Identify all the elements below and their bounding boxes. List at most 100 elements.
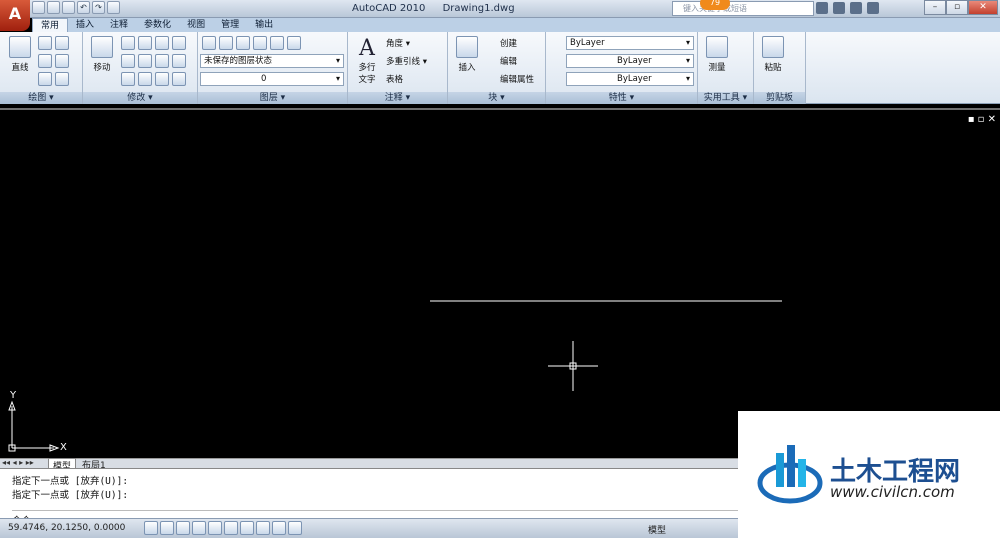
osnap-icon[interactable] bbox=[208, 521, 222, 535]
dyn-icon[interactable] bbox=[256, 521, 270, 535]
utilities-panel-title[interactable]: 实用工具 ▾ bbox=[698, 92, 753, 104]
redo-icon[interactable]: ↷ bbox=[92, 1, 105, 14]
tab-annotate[interactable]: 注释 bbox=[102, 18, 136, 32]
table-tool[interactable]: 表格 bbox=[386, 73, 403, 85]
annotation-panel: A 多行 文字 角度 ▾ 多重引线 ▾ 表格 注释 ▾ bbox=[348, 32, 448, 104]
lineweight-select[interactable]: ByLayer bbox=[566, 72, 694, 86]
explode-icon[interactable] bbox=[172, 54, 186, 68]
otrack-icon[interactable] bbox=[224, 521, 238, 535]
array-icon[interactable] bbox=[138, 72, 152, 86]
layers-panel-title[interactable]: 图层 ▾ bbox=[198, 92, 347, 104]
modify-tools-2 bbox=[121, 54, 186, 68]
utilities-panel: 测量 实用工具 ▾ bbox=[698, 32, 754, 104]
tab-view[interactable]: 视图 bbox=[179, 18, 213, 32]
layer-properties-icon[interactable] bbox=[202, 36, 216, 50]
layer-off-icon[interactable] bbox=[270, 36, 284, 50]
ducs-icon[interactable] bbox=[240, 521, 254, 535]
tab-manage[interactable]: 管理 bbox=[213, 18, 247, 32]
insert-tool[interactable]: 插入 bbox=[452, 36, 482, 73]
drawing-canvas[interactable]: ▪ ▫ ✕ Y X bbox=[0, 108, 1000, 458]
color-select[interactable]: ByLayer bbox=[566, 36, 694, 50]
line-tool[interactable]: 直线 bbox=[6, 36, 34, 73]
tab-insert[interactable]: 插入 bbox=[68, 18, 102, 32]
layer-lock-icon[interactable] bbox=[287, 36, 301, 50]
window-title: AutoCAD 2010 Drawing1.dwg bbox=[352, 3, 529, 14]
clipboard-panel-title[interactable]: 剪贴板 bbox=[754, 92, 805, 104]
layer-state-select[interactable]: 未保存的图层状态 bbox=[200, 54, 344, 68]
stretch-icon[interactable] bbox=[155, 54, 169, 68]
fillet-icon[interactable] bbox=[138, 54, 152, 68]
title-bar: A ↶ ↷ AutoCAD 2010 Drawing1.dwg 键入关键字或短语… bbox=[0, 0, 1000, 31]
properties-panel-title[interactable]: 特性 ▾ bbox=[546, 92, 697, 104]
new-icon[interactable] bbox=[32, 1, 45, 14]
arc-icon[interactable] bbox=[38, 54, 52, 68]
tab-parametric[interactable]: 参数化 bbox=[136, 18, 179, 32]
mtext-tool[interactable]: A 多行 文字 bbox=[352, 36, 382, 85]
minimize-button[interactable]: – bbox=[924, 0, 946, 15]
ellipse-icon[interactable] bbox=[38, 72, 52, 86]
layout-nav-icons[interactable]: ◂◂ ◂ ▸ ▸▸ bbox=[2, 458, 34, 467]
draw-panel-title[interactable]: 绘图 ▾ bbox=[0, 92, 82, 104]
block-panel-title[interactable]: 块 ▾ bbox=[448, 92, 545, 104]
coordinates-readout: 59.4746, 20.1250, 0.0000 bbox=[8, 523, 126, 533]
application-menu-button[interactable]: A bbox=[0, 0, 30, 31]
measure-tool[interactable]: 测量 bbox=[702, 36, 732, 73]
properties-panel: ByLayer ByLayer ByLayer 特性 ▾ bbox=[546, 32, 698, 104]
annotation-panel-title[interactable]: 注释 ▾ bbox=[348, 92, 447, 104]
grid-icon[interactable] bbox=[160, 521, 174, 535]
open-icon[interactable] bbox=[47, 1, 60, 14]
hatch-icon[interactable] bbox=[55, 72, 69, 86]
scale-icon[interactable] bbox=[121, 72, 135, 86]
angle-tool[interactable]: 角度 ▾ bbox=[386, 37, 410, 49]
rotate-icon[interactable] bbox=[138, 36, 152, 50]
close-button[interactable]: ✕ bbox=[968, 0, 998, 15]
tab-output[interactable]: 输出 bbox=[247, 18, 281, 32]
model-space-label[interactable]: 模型 bbox=[648, 523, 666, 536]
break-icon[interactable] bbox=[172, 72, 186, 86]
drawing-svg bbox=[8, 300, 782, 452]
modify-tools bbox=[121, 36, 186, 50]
layer-freeze-icon[interactable] bbox=[253, 36, 267, 50]
undo-icon[interactable]: ↶ bbox=[77, 1, 90, 14]
snap-icon[interactable] bbox=[144, 521, 158, 535]
tab-home[interactable]: 常用 bbox=[32, 18, 69, 32]
edit-tool[interactable]: 编辑 bbox=[500, 55, 517, 67]
modify-panel-title[interactable]: 修改 ▾ bbox=[83, 92, 197, 104]
ortho-icon[interactable] bbox=[176, 521, 190, 535]
offset-icon[interactable] bbox=[155, 72, 169, 86]
mleader-tool[interactable]: 多重引线 ▾ bbox=[386, 55, 427, 67]
binoculars-icon[interactable] bbox=[816, 2, 828, 14]
ucs-x-label: X bbox=[60, 442, 67, 453]
layer-isolate-icon[interactable] bbox=[236, 36, 250, 50]
move-tool[interactable]: 移动 bbox=[87, 36, 117, 73]
layer-states-icon[interactable] bbox=[219, 36, 233, 50]
save-icon[interactable] bbox=[62, 1, 75, 14]
help-icon[interactable] bbox=[867, 2, 879, 14]
print-icon[interactable] bbox=[107, 1, 120, 14]
erase-icon[interactable] bbox=[172, 36, 186, 50]
paste-tool[interactable]: 粘贴 bbox=[758, 36, 788, 73]
move-icon bbox=[91, 36, 113, 58]
layer-tools bbox=[202, 36, 301, 50]
trim-icon[interactable] bbox=[155, 36, 169, 50]
rectangle-icon[interactable] bbox=[55, 54, 69, 68]
clipboard-panel: 粘贴 剪贴板 bbox=[754, 32, 806, 104]
tools-icon[interactable] bbox=[833, 2, 845, 14]
paste-label: 粘贴 bbox=[764, 63, 782, 73]
lineweight-icon[interactable] bbox=[272, 521, 286, 535]
copy-icon[interactable] bbox=[121, 36, 135, 50]
circle-icon[interactable] bbox=[55, 36, 69, 50]
quick-properties-icon[interactable] bbox=[288, 521, 302, 535]
maximize-button[interactable]: ▫ bbox=[946, 0, 968, 15]
polar-icon[interactable] bbox=[192, 521, 206, 535]
search-input[interactable]: 键入关键字或短语 bbox=[672, 1, 814, 16]
layer-select[interactable]: 0 bbox=[200, 72, 344, 86]
linetype-select[interactable]: ByLayer bbox=[566, 54, 694, 68]
star-icon[interactable] bbox=[850, 2, 862, 14]
create-tool[interactable]: 创建 bbox=[500, 37, 517, 49]
polyline-icon[interactable] bbox=[38, 36, 52, 50]
notification-badge[interactable]: 79 bbox=[700, 0, 730, 10]
watermark-url: www.civilcn.com bbox=[830, 483, 955, 501]
mirror-icon[interactable] bbox=[121, 54, 135, 68]
edit-attributes-tool[interactable]: 编辑属性 bbox=[500, 73, 534, 85]
